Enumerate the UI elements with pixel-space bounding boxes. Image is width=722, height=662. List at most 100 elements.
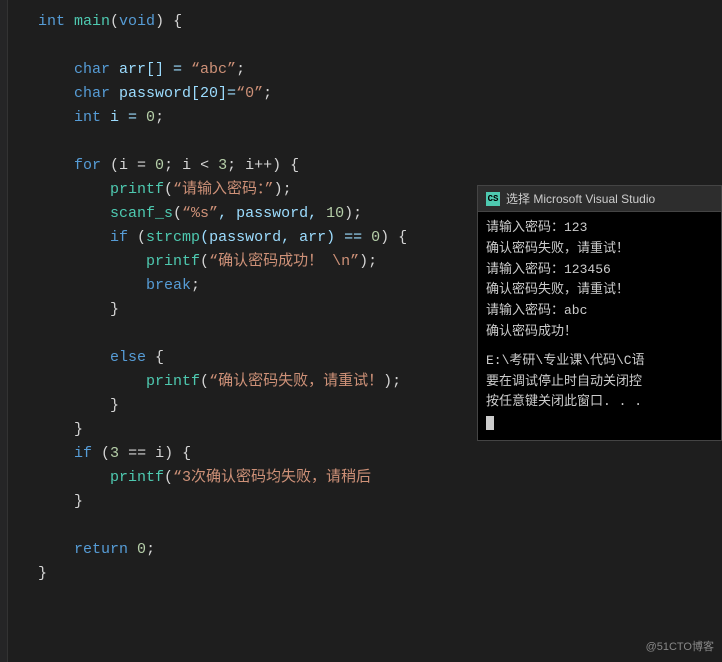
left-gutter	[0, 0, 8, 662]
code-line: return 0;	[8, 538, 722, 562]
code-token: “确认密码失败，请重试！	[209, 373, 383, 390]
code-token: 10	[326, 205, 344, 222]
code-token: “3次确认密码均失败，请稍后	[173, 469, 371, 486]
line-content: printf(“确认密码成功！ \n”);	[38, 250, 377, 274]
console-line: 确认密码失败，请重试！	[486, 239, 713, 260]
code-token: “确认密码成功！ \n”	[209, 253, 359, 270]
code-line: if (3 == i) {	[8, 442, 722, 466]
line-content: }	[38, 562, 47, 586]
code-token: ;	[392, 373, 401, 390]
code-token: ;	[155, 109, 164, 126]
code-token: main	[74, 13, 110, 30]
code-token: }	[38, 565, 47, 582]
code-token: else	[110, 349, 146, 366]
code-token: 3	[218, 157, 227, 174]
code-token: 3	[110, 445, 119, 462]
code-token: “0”	[236, 85, 263, 102]
line-content: }	[38, 490, 83, 514]
console-body: 请输入密码：123确认密码失败，请重试！请输入密码：123456确认密码失败，请…	[478, 212, 721, 440]
line-content: char password[20]=“0”;	[38, 82, 272, 106]
code-token: printf	[110, 469, 164, 486]
code-token: );	[274, 181, 292, 198]
line-content	[38, 514, 47, 538]
code-token	[38, 253, 146, 270]
console-cursor	[486, 416, 494, 430]
code-line	[8, 34, 722, 58]
console-line: 确认密码成功！	[486, 322, 713, 343]
code-token	[38, 157, 74, 174]
code-token: 0	[146, 109, 155, 126]
console-line: 请输入密码：123456	[486, 260, 713, 281]
console-line: 请输入密码：abc	[486, 301, 713, 322]
line-content	[38, 34, 47, 58]
code-token	[38, 109, 74, 126]
code-line: printf(“3次确认密码均失败，请稍后	[8, 466, 722, 490]
console-window: CS 选择 Microsoft Visual Studio 请输入密码：123确…	[477, 185, 722, 441]
code-token: (	[173, 205, 182, 222]
code-token	[38, 277, 146, 294]
line-content: int main(void) {	[38, 10, 182, 34]
code-line: int i = 0;	[8, 106, 722, 130]
console-note-line: 要在调试停止时自动关闭控	[486, 372, 713, 393]
code-token: (	[164, 181, 173, 198]
code-token: i =	[101, 109, 146, 126]
code-token: );	[344, 205, 362, 222]
line-content: int i = 0;	[38, 106, 164, 130]
line-content: printf(“3次确认密码均失败，请稍后	[38, 466, 371, 490]
code-token: void	[119, 13, 155, 30]
code-token: “abc”	[191, 61, 236, 78]
code-token: password[20]=	[110, 85, 236, 102]
code-token: }	[38, 421, 83, 438]
line-content: }	[38, 298, 119, 322]
code-token: printf	[146, 253, 200, 270]
code-token: if	[110, 229, 128, 246]
code-token	[38, 445, 74, 462]
code-token: ) {	[155, 13, 182, 30]
code-token: return	[74, 541, 128, 558]
code-line: for (i = 0; i < 3; i++) {	[8, 154, 722, 178]
code-token: scanf_s	[110, 205, 173, 222]
code-token: {	[146, 349, 164, 366]
line-content: scanf_s(“%s”, password, 10);	[38, 202, 362, 226]
code-token: );	[359, 253, 377, 270]
code-token	[128, 541, 137, 558]
console-cursor-line	[486, 413, 713, 434]
code-token	[38, 541, 74, 558]
line-content: if (3 == i) {	[38, 442, 191, 466]
code-line: }	[8, 490, 722, 514]
code-token: “请输入密码：”	[173, 181, 274, 198]
console-line: 确认密码失败，请重试！	[486, 280, 713, 301]
code-token: (i =	[101, 157, 155, 174]
code-token	[38, 229, 110, 246]
code-line	[8, 514, 722, 538]
code-token: “%s”	[182, 205, 218, 222]
console-path-line: E:\考研\专业课\代码\C语	[486, 351, 713, 372]
code-token: (	[164, 469, 173, 486]
code-token: int	[74, 109, 101, 126]
line-content	[38, 130, 47, 154]
code-token: ;	[146, 541, 155, 558]
code-token: ;	[236, 61, 245, 78]
code-token: (password, arr) ==	[200, 229, 371, 246]
line-content: char arr[] = “abc”;	[38, 58, 245, 82]
code-token: ;	[263, 85, 272, 102]
code-line: }	[8, 562, 722, 586]
code-token: arr[] =	[110, 61, 191, 78]
code-token	[38, 469, 110, 486]
line-content: printf(“确认密码失败，请重试！);	[38, 370, 401, 394]
line-content: if (strcmp(password, arr) == 0) {	[38, 226, 407, 250]
line-content: for (i = 0; i < 3; i++) {	[38, 154, 299, 178]
code-token	[38, 61, 74, 78]
code-token: , password,	[218, 205, 326, 222]
code-token: char	[74, 61, 110, 78]
code-token: }	[38, 493, 83, 510]
console-note-line2: 按任意键关闭此窗口. . .	[486, 392, 713, 413]
code-token: strcmp	[146, 229, 200, 246]
line-content: printf(“请输入密码：”);	[38, 178, 292, 202]
line-content: else {	[38, 346, 164, 370]
code-token: break	[146, 277, 191, 294]
code-token: }	[38, 397, 119, 414]
code-token	[38, 85, 74, 102]
line-content: }	[38, 418, 83, 442]
line-content: break;	[38, 274, 200, 298]
